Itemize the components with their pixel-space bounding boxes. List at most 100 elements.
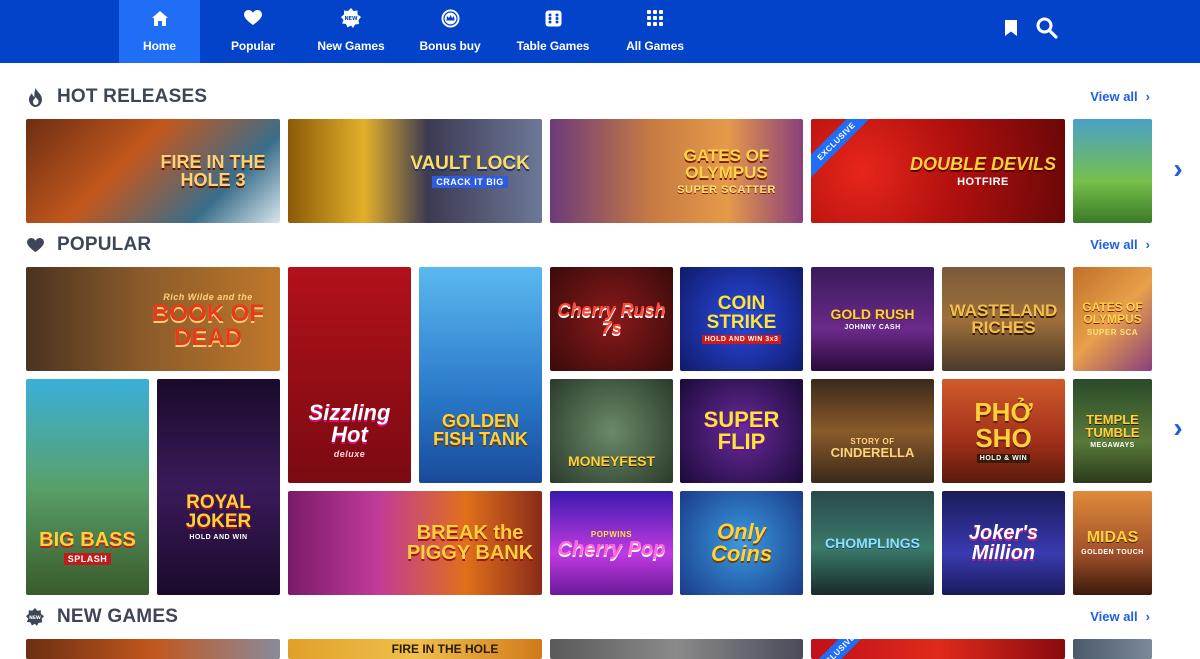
view-all-new-link[interactable]: View all › <box>1090 609 1150 624</box>
game-tile-gold-rush[interactable]: GOLD RUSH JOHNNY CASH <box>811 267 934 371</box>
game-title: FIRE IN THE HOLE <box>391 642 499 656</box>
game-tile-new-1[interactable] <box>26 639 280 659</box>
game-title: GATES OF OLYMPUS <box>683 145 770 182</box>
game-title: MONEYFEST <box>567 453 656 469</box>
game-subtitle: JOHNNY CASH <box>844 324 901 331</box>
game-title: GOLD RUSH <box>830 306 915 322</box>
game-tile-cherry-pop[interactable]: POPWINS Cherry Pop <box>550 491 673 595</box>
chevron-right-icon: › <box>1145 609 1150 624</box>
game-title: WASTELAND RICHES <box>949 301 1058 337</box>
game-title: BREAK the PIGGY BANK <box>406 522 534 564</box>
game-subtitle: HOLD AND WIN 3x3 <box>701 335 782 344</box>
popular-next-arrow[interactable]: › <box>1168 412 1188 443</box>
game-tile-double-devils[interactable]: EXCLUSIVE DOUBLE DEVILS HOTFIRE <box>811 119 1065 223</box>
svg-text:NEW: NEW <box>344 16 358 22</box>
tab-bonus-buy-label: Bonus buy <box>419 39 481 53</box>
game-title: MIDAS <box>1086 529 1139 546</box>
game-tile-temple-tumble[interactable]: TEMPLE TUMBLE MEGAWAYS <box>1073 379 1152 483</box>
game-tile-royal-joker[interactable]: ROYAL JOKER HOLD AND WIN <box>157 379 280 595</box>
game-subtitle: HOLD AND WIN <box>189 534 248 541</box>
bookmark-icon <box>1004 19 1018 42</box>
game-tile-gates-of-olympus[interactable]: GATES OF OLYMPUS SUPER SCATTER <box>550 119 803 223</box>
game-subtitle: CRACK IT BIG <box>432 176 508 188</box>
game-subtitle: MEGAWAYS <box>1090 442 1135 449</box>
game-tile-golden-fish-tank[interactable]: GOLDEN FISH TANK <box>419 267 542 483</box>
game-title: Sizzling Hot <box>308 399 391 447</box>
game-title: FIRE IN THE HOLE 3 <box>160 152 266 190</box>
game-tile-only-coins[interactable]: Only Coins <box>680 491 803 595</box>
search-icon <box>1036 17 1058 44</box>
view-all-hot-link[interactable]: View all › <box>1090 89 1150 104</box>
game-subtitle: SUPER SCA <box>1086 328 1139 337</box>
section-new-games-header: NEW NEW GAMES View all › <box>26 605 1150 629</box>
game-tile-pho-sho[interactable]: PHỞ SHO HOLD & WIN <box>942 379 1065 483</box>
game-tile-partial-hot[interactable] <box>1073 119 1152 223</box>
hot-next-arrow[interactable]: › <box>1168 153 1188 184</box>
tab-table-games-label: Table Games <box>516 39 590 53</box>
game-tile-moneyfest[interactable]: MONEYFEST <box>550 379 673 483</box>
chevron-right-icon: › <box>1145 89 1150 104</box>
chevron-right-icon: › <box>1173 412 1183 443</box>
game-title: Cherry Pop <box>557 538 666 560</box>
game-title: GOLDEN FISH TANK <box>433 411 528 449</box>
game-tile-new-4[interactable]: EXCLUSIVE <box>811 639 1065 659</box>
new-badge-icon: NEW <box>26 608 44 626</box>
section-hot-releases-header: HOT RELEASES View all › <box>26 85 1150 109</box>
game-tile-book-of-dead[interactable]: Rich Wilde and the BOOK OF DEAD <box>26 267 280 371</box>
game-title: VAULT LOCK <box>410 153 530 174</box>
game-tile-vault-lock[interactable]: VAULT LOCK CRACK IT BIG <box>288 119 542 223</box>
section-popular-header: POPULAR View all › <box>26 233 1150 257</box>
game-title: Joker's Million <box>968 522 1039 564</box>
section-title: HOT RELEASES <box>57 86 208 107</box>
game-title: BOOK OF DEAD <box>152 299 264 351</box>
game-tile-break-the-piggy-bank[interactable]: BREAK the PIGGY BANK <box>288 491 542 595</box>
search-button[interactable] <box>1036 17 1058 44</box>
game-tile-story-of-cinderella[interactable]: STORY OF CINDERELLA <box>811 379 934 483</box>
chevron-right-icon: › <box>1173 153 1183 184</box>
crown-coin-icon <box>440 8 460 28</box>
game-tile-new-3[interactable] <box>550 639 803 659</box>
game-tile-big-bass-splash[interactable]: BIG BASS SPLASH <box>26 379 149 595</box>
top-nav: Home Popular NEW New Games Bonus buy Tab… <box>0 0 1200 63</box>
tab-all-games-label: All Games <box>626 39 684 53</box>
tab-new-games[interactable]: NEW New Games <box>310 0 392 63</box>
game-title: Only Coins <box>710 519 773 566</box>
game-subtitle: HOTFIRE <box>957 175 1009 188</box>
game-title: TEMPLE TUMBLE <box>1085 412 1140 440</box>
game-title: PHỞ SHO <box>974 397 1033 453</box>
game-tile-cherry-rush-7s[interactable]: Cherry Rush 7s <box>550 267 673 371</box>
exclusive-badge: EXCLUSIVE <box>811 119 874 179</box>
exclusive-badge: EXCLUSIVE <box>811 639 874 659</box>
game-tile-sizzling-hot[interactable]: Sizzling Hot deluxe <box>288 267 411 483</box>
section-title: NEW GAMES <box>57 606 179 627</box>
tab-new-games-label: New Games <box>317 39 385 53</box>
game-tile-super-flip[interactable]: SUPER FLIP <box>680 379 803 483</box>
game-subtitle: SPLASH <box>63 552 112 565</box>
tab-bonus-buy[interactable]: Bonus buy <box>410 0 490 63</box>
game-tile-new-fire-in-the-hole[interactable]: FIRE IN THE HOLE <box>288 639 542 659</box>
bookmark-button[interactable] <box>1000 18 1022 42</box>
view-all-popular-link[interactable]: View all › <box>1090 237 1150 252</box>
dice-icon <box>543 8 563 28</box>
svg-text:NEW: NEW <box>29 615 41 621</box>
game-tile-wasteland-riches[interactable]: WASTELAND RICHES <box>942 267 1065 371</box>
game-tile-midas[interactable]: MIDAS GOLDEN TOUCH <box>1073 491 1152 595</box>
game-tile-fire-in-the-hole-3[interactable]: FIRE IN THE HOLE 3 <box>26 119 280 223</box>
view-all-label: View all <box>1090 609 1138 624</box>
game-tile-chomplings[interactable]: CHOMPLINGS <box>811 491 934 595</box>
game-tile-jokers-million[interactable]: Joker's Million <box>942 491 1065 595</box>
section-title: POPULAR <box>57 234 152 255</box>
game-title: Cherry Rush 7s <box>557 300 666 338</box>
tab-home[interactable]: Home <box>119 0 200 63</box>
tab-all-games[interactable]: All Games <box>615 0 695 63</box>
game-title: COIN STRIKE <box>706 293 777 333</box>
game-tile-new-5[interactable] <box>1073 639 1152 659</box>
new-badge-icon: NEW <box>341 8 361 28</box>
game-subtitle: deluxe <box>333 448 366 459</box>
game-tile-coin-strike[interactable]: COIN STRIKE HOLD AND WIN 3x3 <box>680 267 803 371</box>
tab-popular[interactable]: Popular <box>213 0 293 63</box>
game-title: SUPER FLIP <box>703 407 780 454</box>
tab-table-games[interactable]: Table Games <box>511 0 595 63</box>
game-subtitle: GOLDEN TOUCH <box>1081 549 1144 556</box>
game-tile-gates-of-olympus-small[interactable]: GATES OF OLYMPUS SUPER SCA <box>1073 267 1152 371</box>
